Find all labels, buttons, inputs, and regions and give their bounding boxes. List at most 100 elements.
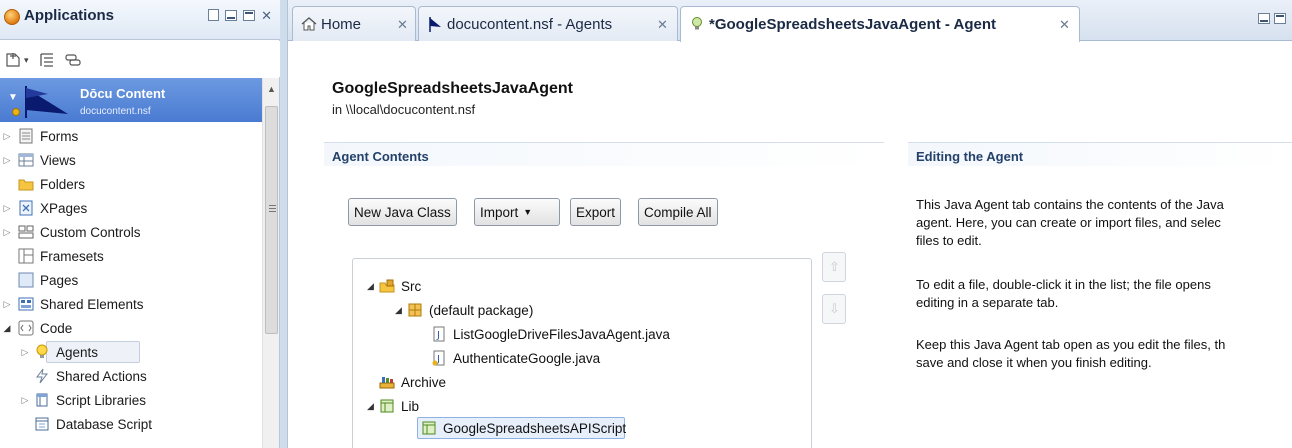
agent-name: GoogleSpreadsheetsJavaAgent bbox=[332, 80, 573, 97]
collapsed-arrow-icon[interactable]: ▷ bbox=[20, 395, 30, 406]
tree-item-code[interactable]: ◢ Code bbox=[0, 316, 262, 340]
link-icon[interactable] bbox=[64, 51, 82, 73]
close-tab-icon[interactable]: ✕ bbox=[397, 17, 408, 33]
bulb-icon bbox=[692, 17, 702, 30]
maximize-panel-icon[interactable] bbox=[243, 9, 256, 21]
help-line: agent. Here, you can create or import fi… bbox=[916, 215, 1221, 230]
file-tree-label: (default package) bbox=[429, 302, 534, 318]
editor-tab-bar: Home ✕ docucontent.nsf - Agents ✕ *Googl… bbox=[288, 0, 1292, 42]
new-java-class-button[interactable]: New Java Class bbox=[348, 198, 457, 226]
tree-item-folders[interactable]: Folders bbox=[0, 172, 262, 196]
flag-icon bbox=[429, 17, 441, 32]
expanded-arrow-icon[interactable]: ◢ bbox=[367, 401, 379, 412]
tree-item-label: Framesets bbox=[40, 248, 104, 264]
tree-item-framesets[interactable]: Framesets bbox=[0, 244, 262, 268]
agent-contents-heading: Agent Contents bbox=[324, 142, 884, 166]
new-app-icon[interactable] bbox=[4, 51, 22, 73]
agent-file-tree[interactable]: ◢ Src ◢ (default package) J ListGoogleDr… bbox=[352, 258, 812, 448]
tree-item-shared-actions[interactable]: Shared Actions bbox=[0, 364, 262, 388]
expanded-arrow-icon[interactable]: ◢ bbox=[395, 305, 407, 316]
left-panel-scrollbar[interactable]: ▲ bbox=[262, 78, 279, 448]
tree-item-pages[interactable]: Pages bbox=[0, 268, 262, 292]
tree-item-custom-controls[interactable]: ▷ Custom Controls bbox=[0, 220, 262, 244]
custom-controls-icon bbox=[18, 225, 34, 239]
tree-item-forms[interactable]: ▷ Forms bbox=[0, 124, 262, 148]
collapsed-arrow-icon[interactable]: ▷ bbox=[2, 227, 12, 238]
shared-actions-icon bbox=[36, 368, 49, 384]
applications-toolbar: ▾ bbox=[0, 41, 280, 77]
code-icon bbox=[18, 320, 34, 336]
tree-item-shared-elements[interactable]: ▷ Shared Elements bbox=[0, 292, 262, 316]
collapsed-arrow-icon[interactable]: ▷ bbox=[2, 155, 12, 166]
move-down-button[interactable]: ⇩ bbox=[822, 294, 846, 324]
tree-item-label: XPages bbox=[40, 200, 88, 216]
file-tree-item-archive[interactable]: Archive bbox=[379, 371, 446, 393]
tree-item-label: Code bbox=[40, 320, 73, 336]
collapsed-arrow-icon[interactable]: ▷ bbox=[2, 299, 12, 310]
java-file-icon: J bbox=[432, 350, 445, 366]
collapsed-arrow-icon[interactable]: ▷ bbox=[20, 347, 30, 358]
tab-home[interactable]: Home ✕ bbox=[292, 6, 416, 41]
import-button-label: Import bbox=[480, 204, 519, 220]
move-up-button[interactable]: ⇧ bbox=[822, 252, 846, 282]
close-tab-icon[interactable]: ✕ bbox=[1059, 17, 1070, 33]
expanded-arrow-icon[interactable]: ◢ bbox=[367, 281, 379, 292]
tab-label: *GoogleSpreadsheetsJavaAgent - Agent bbox=[709, 16, 997, 33]
export-button[interactable]: Export bbox=[570, 198, 622, 226]
xpages-icon bbox=[19, 200, 33, 216]
close-tab-icon[interactable]: ✕ bbox=[657, 17, 668, 33]
grip-icon bbox=[269, 205, 276, 213]
lock-badge-icon bbox=[12, 108, 20, 116]
help-line: To edit a file, double-click it in the l… bbox=[916, 277, 1211, 292]
agents-bulb-icon bbox=[36, 344, 48, 358]
collapsed-arrow-icon[interactable]: ▷ bbox=[2, 203, 12, 214]
file-tree-item-lib[interactable]: ◢ Lib bbox=[367, 395, 419, 417]
file-tree-label: Lib bbox=[401, 398, 420, 414]
file-tree-item-script-library[interactable]: GoogleSpreadsheetsAPIScript bbox=[421, 417, 626, 439]
tree-item-script-libraries[interactable]: ▷ Script Libraries bbox=[0, 388, 262, 412]
minimize-editor-icon[interactable] bbox=[1258, 13, 1270, 24]
database-item-docu-content[interactable]: ▼ Dōcu Content docucontent.nsf bbox=[0, 78, 262, 122]
applications-panel: Applications ✕ ▾ ▼ Dōcu Content docucont… bbox=[0, 0, 280, 448]
lib-icon bbox=[380, 399, 394, 413]
svg-text:J: J bbox=[436, 330, 440, 341]
collapsed-arrow-icon[interactable]: ▷ bbox=[2, 131, 12, 142]
file-tree-label: Archive bbox=[401, 374, 447, 390]
expanded-arrow-icon[interactable]: ◢ bbox=[2, 323, 12, 334]
tab-label: docucontent.nsf - Agents bbox=[447, 16, 613, 33]
file-tree-item-java-file[interactable]: J ListGoogleDriveFilesJavaAgent.java bbox=[419, 323, 670, 345]
shared-elements-icon bbox=[18, 297, 34, 311]
dropdown-arrow-icon[interactable]: ▾ bbox=[24, 55, 29, 66]
tree-item-xpages[interactable]: ▷ XPages bbox=[0, 196, 262, 220]
script-libraries-icon bbox=[36, 393, 48, 407]
package-icon bbox=[408, 303, 422, 317]
file-tree-label: GoogleSpreadsheetsAPIScript bbox=[443, 420, 627, 436]
tree-item-agents[interactable]: ▷ Agents bbox=[0, 340, 262, 364]
expanded-arrow-icon[interactable]: ▼ bbox=[8, 92, 18, 103]
import-button[interactable]: Import ▼ bbox=[474, 198, 560, 226]
help-line: Keep this Java Agent tab open as you edi… bbox=[916, 337, 1226, 352]
view-menu-icon[interactable] bbox=[208, 9, 220, 21]
compile-all-button[interactable]: Compile All bbox=[638, 198, 718, 226]
tab-agents-view[interactable]: docucontent.nsf - Agents ✕ bbox=[418, 6, 678, 41]
pane-divider[interactable] bbox=[280, 0, 288, 448]
tree-item-views[interactable]: ▷ Views bbox=[0, 148, 262, 172]
file-tree-item-src[interactable]: ◢ Src bbox=[367, 275, 421, 297]
applications-icon bbox=[4, 9, 20, 25]
arrow-up-icon: ⇧ bbox=[829, 259, 840, 274]
close-panel-icon[interactable]: ✕ bbox=[261, 9, 272, 22]
outline-icon[interactable] bbox=[38, 51, 56, 73]
file-tree-item-default-package[interactable]: ◢ (default package) bbox=[395, 299, 533, 321]
arrow-down-icon: ⇩ bbox=[829, 301, 840, 316]
editor-controls bbox=[1258, 13, 1286, 24]
file-tree-item-java-file[interactable]: J AuthenticateGoogle.java bbox=[419, 347, 600, 369]
tab-google-spreadsheets-java-agent[interactable]: *GoogleSpreadsheetsJavaAgent - Agent ✕ bbox=[680, 6, 1080, 42]
maximize-editor-icon[interactable] bbox=[1274, 13, 1286, 24]
scroll-up-arrow-icon[interactable]: ▲ bbox=[267, 84, 276, 94]
scrollbar-thumb[interactable] bbox=[265, 106, 278, 334]
tree-item-database-script[interactable]: Database Script bbox=[0, 412, 262, 436]
help-paragraph-2: To edit a file, double-click it in the l… bbox=[916, 276, 1292, 312]
tree-item-label: Views bbox=[40, 152, 76, 168]
views-icon bbox=[18, 153, 34, 167]
minimize-panel-icon[interactable] bbox=[225, 9, 238, 21]
